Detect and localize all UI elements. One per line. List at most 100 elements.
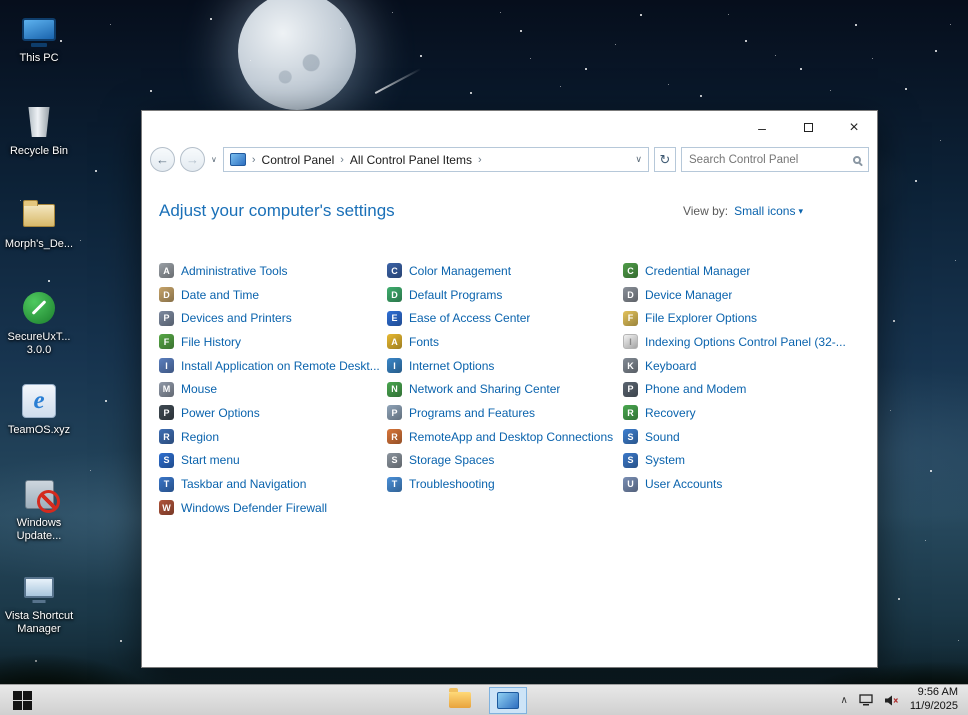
control-panel-item[interactable]: P Power Options (159, 401, 387, 425)
control-panel-item-label: Windows Defender Firewall (181, 500, 328, 515)
search-input[interactable] (689, 153, 849, 166)
control-panel-item[interactable]: A Administrative Tools (159, 259, 387, 283)
breadcrumb-separator: › (251, 153, 256, 166)
control-panel-item[interactable]: D Device Manager (623, 283, 865, 307)
control-panel-item[interactable]: E Ease of Access Center (387, 306, 623, 330)
back-button[interactable]: ← (150, 147, 175, 172)
control-panel-item-label: Recovery (645, 405, 696, 420)
control-panel-item[interactable]: S Storage Spaces (387, 449, 623, 473)
control-panel-item-icon: F (623, 310, 638, 326)
control-panel-item-label: System (645, 453, 686, 468)
folder-icon (23, 194, 55, 236)
desktop-icon-label: Recycle Bin (9, 145, 69, 157)
breadcrumb-item-control-panel[interactable]: Control Panel (262, 153, 335, 167)
control-panel-item[interactable]: F File Explorer Options (623, 306, 865, 330)
close-button[interactable]: × (831, 111, 877, 144)
address-dropdown-icon[interactable]: ∨ (635, 154, 642, 165)
control-panel-item-icon: E (387, 310, 402, 326)
control-panel-item[interactable]: C Color Management (387, 259, 623, 283)
minimize-button[interactable]: – (739, 111, 785, 144)
control-panel-item-icon: P (387, 405, 402, 421)
control-panel-item-label: Programs and Features (409, 405, 536, 420)
control-panel-item[interactable]: T Troubleshooting (387, 472, 623, 496)
breadcrumb-item-all-control-panel-items[interactable]: All Control Panel Items (350, 153, 472, 167)
control-panel-item[interactable]: D Default Programs (387, 283, 623, 307)
desktop-icon-ie[interactable]: TeamOS.xyz (1, 378, 77, 471)
desktop-icon-vista-monitor[interactable]: Vista Shortcut Manager (1, 564, 77, 657)
desktop-icon-recycle-bin[interactable]: Recycle Bin (1, 99, 77, 192)
search-icon[interactable] (853, 155, 861, 164)
desktop-icon-this-pc[interactable]: This PC (1, 6, 77, 99)
control-panel-item[interactable]: R Region (159, 425, 387, 449)
taskbar-control-panel-button[interactable] (489, 686, 527, 714)
control-panel-item[interactable]: T Taskbar and Navigation (159, 472, 387, 496)
desktop-icon-folder[interactable]: Morph's_De... (1, 192, 77, 285)
titlebar[interactable]: – × (142, 111, 877, 144)
control-panel-item[interactable]: P Phone and Modem (623, 377, 865, 401)
maximize-button[interactable] (785, 111, 831, 144)
control-panel-item[interactable]: N Network and Sharing Center (387, 377, 623, 401)
control-panel-item-icon: C (623, 263, 638, 279)
desktop: This PC Recycle Bin Morph's_De... SecureUxT… (0, 0, 968, 715)
control-panel-column: C Color Management D Default Programs E Ease … (387, 259, 623, 520)
control-panel-item-label: File Explorer Options (645, 311, 758, 326)
control-panel-item-label: Ease of Access Center (409, 311, 531, 326)
control-panel-item-icon: S (387, 452, 402, 468)
control-panel-item-icon: R (159, 429, 174, 445)
control-panel-item[interactable]: W Windows Defender Firewall (159, 496, 387, 520)
control-panel-item[interactable]: I Indexing Options Control Panel (32-... (623, 330, 865, 354)
control-panel-item[interactable]: I Install Application on Remote Deskt... (159, 354, 387, 378)
control-panel-item-icon: T (387, 476, 402, 492)
tray-chevron-up-icon[interactable]: ∧ (841, 695, 848, 706)
control-panel-item-icon: I (159, 358, 174, 374)
control-panel-item[interactable]: M Mouse (159, 377, 387, 401)
taskbar-file-explorer-button[interactable] (441, 687, 479, 714)
control-panel-item[interactable]: A Fonts (387, 330, 623, 354)
taskbar-clock[interactable]: 9:56 AM 11/9/2025 (910, 686, 958, 714)
control-panel-item[interactable]: I Internet Options (387, 354, 623, 378)
control-panel-item-icon: N (387, 381, 402, 397)
start-button[interactable] (0, 685, 44, 715)
refresh-button[interactable]: ↻ (654, 147, 676, 172)
control-panel-item-icon: P (623, 381, 638, 397)
control-panel-window: – × ← → ∨ › Control Panel › All Control … (141, 110, 878, 668)
control-panel-item[interactable]: S Start menu (159, 449, 387, 473)
control-panel-item-label: Mouse (181, 382, 218, 397)
control-panel-column: A Administrative Tools D Date and Time P Devi… (159, 259, 387, 520)
control-panel-item[interactable]: U User Accounts (623, 472, 865, 496)
control-panel-item[interactable]: D Date and Time (159, 283, 387, 307)
control-panel-item[interactable]: C Credential Manager (623, 259, 865, 283)
control-panel-item[interactable]: S System (623, 449, 865, 473)
control-panel-item-label: Device Manager (645, 287, 733, 302)
control-panel-item-label: Region (181, 429, 220, 444)
control-panel-item[interactable]: R RemoteApp and Desktop Connections (387, 425, 623, 449)
view-by-label: View by: (682, 204, 729, 218)
minimize-icon: – (758, 119, 766, 136)
this-pc-icon (22, 8, 56, 50)
desktop-icon-label: Vista Shortcut Manager (4, 610, 74, 635)
control-panel-item[interactable]: R Recovery (623, 401, 865, 425)
taskbar-app-area (441, 685, 527, 715)
control-panel-item[interactable]: P Programs and Features (387, 401, 623, 425)
recent-pages-dropdown-icon[interactable]: ∨ (211, 155, 217, 164)
navigation-bar: ← → ∨ › Control Panel › All Control Pane… (142, 144, 877, 179)
control-panel-item[interactable]: S Sound (623, 425, 865, 449)
control-panel-item[interactable]: P Devices and Printers (159, 306, 387, 330)
control-panel-item-label: Default Programs (409, 287, 503, 302)
control-panel-item[interactable]: F File History (159, 330, 387, 354)
desktop-icon-windows-update[interactable]: Windows Update... (1, 471, 77, 564)
control-panel-icon[interactable] (229, 153, 246, 166)
network-icon[interactable] (859, 694, 873, 706)
desktop-icon-secureux[interactable]: SecureUxT... 3.0.0 (1, 285, 77, 378)
desktop-icon-label: SecureUxT... 3.0.0 (7, 331, 71, 356)
folder-icon (449, 688, 471, 708)
recycle-bin-icon (27, 101, 51, 143)
control-panel-item[interactable]: K Keyboard (623, 354, 865, 378)
forward-button[interactable]: → (180, 147, 205, 172)
control-panel-item-label: Troubleshooting (409, 477, 495, 492)
volume-icon[interactable] (884, 695, 899, 706)
control-panel-item-label: User Accounts (645, 477, 723, 492)
view-by-dropdown[interactable]: Small icons ▾ (734, 204, 803, 218)
system-tray: ∧ 9:56 AM 11/9/2025 (841, 685, 968, 715)
control-panel-item-label: File History (181, 334, 242, 349)
